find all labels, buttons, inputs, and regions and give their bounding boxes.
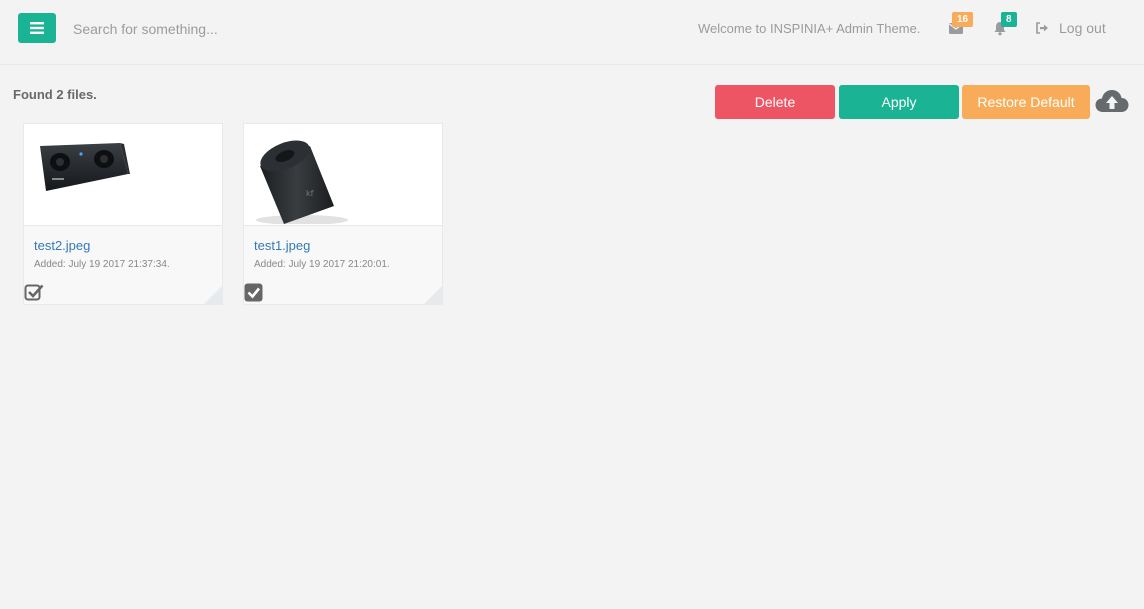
svg-text:kf: kf xyxy=(306,189,314,198)
file-select-checkbox[interactable] xyxy=(24,282,44,302)
file-select-checkbox[interactable] xyxy=(244,282,264,302)
file-added-date: Added: July 19 2017 21:20:01. xyxy=(254,259,390,270)
file-thumbnail[interactable] xyxy=(24,124,222,224)
sign-out-icon xyxy=(1036,22,1048,34)
file-thumbnail[interactable]: kf xyxy=(244,124,442,225)
file-info: test2.jpeg Added: July 19 2017 21:37:34. xyxy=(24,225,222,304)
messages-count-badge: 16 xyxy=(952,12,974,27)
search-input[interactable] xyxy=(64,14,384,44)
delete-button[interactable]: Delete xyxy=(715,85,835,119)
speaker-bar-image xyxy=(40,143,130,191)
logout-label: Log out xyxy=(1059,20,1106,36)
speaker-cylinder-image: kf xyxy=(256,140,348,225)
cloud-upload-icon xyxy=(1095,90,1129,112)
file-added-date: Added: July 19 2017 21:37:34. xyxy=(34,259,170,270)
menu-toggle-button[interactable] xyxy=(18,13,56,43)
restore-default-button[interactable]: Restore Default xyxy=(962,85,1090,119)
welcome-message: Welcome to INSPINIA+ Admin Theme. xyxy=(698,21,921,36)
file-name-link[interactable]: test1.jpeg xyxy=(254,238,310,253)
file-card[interactable]: test2.jpeg Added: July 19 2017 21:37:34. xyxy=(23,123,223,305)
menu-icon xyxy=(30,22,44,34)
upload-button[interactable] xyxy=(1094,86,1130,116)
checkbox-unchecked-icon xyxy=(24,284,44,301)
notifications-count-badge: 8 xyxy=(1001,12,1017,27)
files-found-count: Found 2 files. xyxy=(13,87,97,102)
file-name-link[interactable]: test2.jpeg xyxy=(34,238,90,253)
checkbox-checked-icon xyxy=(244,283,263,302)
file-info: test1.jpeg Added: July 19 2017 21:20:01. xyxy=(244,225,442,304)
logout-link[interactable]: Log out xyxy=(1035,20,1106,36)
apply-button[interactable]: Apply xyxy=(839,85,959,119)
card-corner-fold xyxy=(424,286,442,304)
top-navbar: Welcome to INSPINIA+ Admin Theme. 16 8 L… xyxy=(0,0,1144,65)
file-card[interactable]: kf test1.jpeg Added: July 19 2017 21:20:… xyxy=(243,123,443,305)
card-corner-fold xyxy=(204,286,222,304)
